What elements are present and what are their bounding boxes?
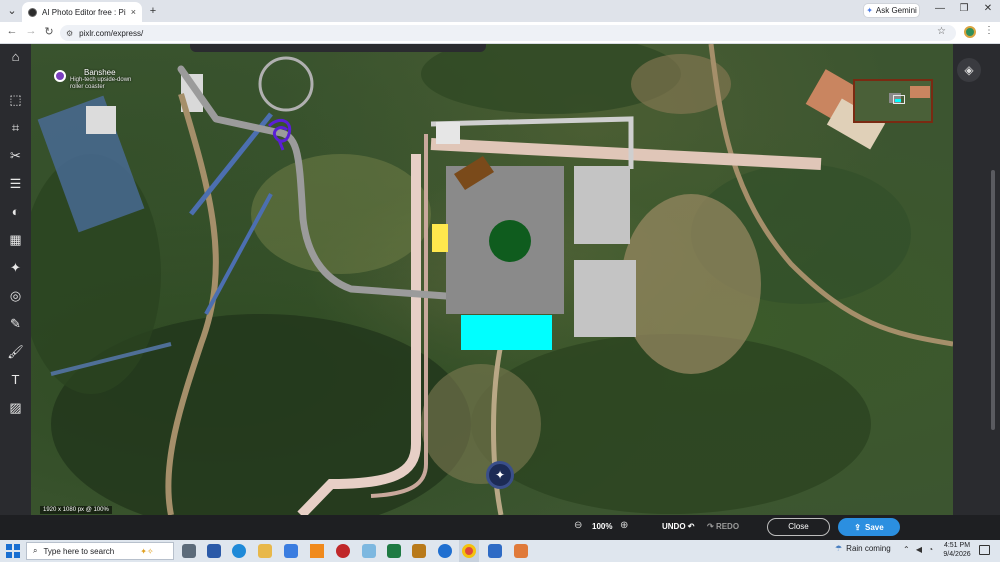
gemini-spark-icon: ✦ <box>866 6 873 15</box>
redo-button[interactable]: ↷ REDO <box>707 522 739 531</box>
brush-tool-icon[interactable]: 🖌 <box>6 342 25 361</box>
zoom-out-icon[interactable]: ⊖ <box>574 520 582 531</box>
crop-tool-icon[interactable]: ⌗ <box>6 118 25 137</box>
rain-cloud-icon: ☂ <box>835 544 843 553</box>
tab-title: AI Photo Editor free : Pixlr Express <box>42 7 126 17</box>
reload-icon[interactable]: ↻ <box>42 25 56 38</box>
clock-time[interactable]: 4:51 PM <box>942 542 972 549</box>
media-player-icon[interactable] <box>412 544 426 558</box>
store-icon[interactable] <box>284 544 298 558</box>
pixlr-favicon-icon <box>28 7 37 17</box>
retouch-tool-icon[interactable]: ◎ <box>6 286 25 305</box>
filter-tool-icon[interactable]: ◐ <box>6 202 25 221</box>
canvas-size-info: 1920 x 1080 px @ 100% <box>40 506 112 514</box>
chrome-icon[interactable] <box>462 544 476 558</box>
home-icon[interactable]: ⌂ <box>6 47 25 66</box>
search-icon: ⌕ <box>33 546 38 555</box>
forward-arrow-icon[interactable]: → <box>24 25 38 37</box>
map-label-banshee-desc: High-tech upside-down roller coaster <box>70 77 132 90</box>
tab-close-icon[interactable]: × <box>131 7 136 17</box>
draw-tool-icon[interactable]: ✎ <box>6 314 25 333</box>
browser-tab[interactable]: AI Photo Editor free : Pixlr Express × <box>22 2 142 22</box>
app-icon-blue[interactable] <box>362 544 376 558</box>
bookmark-star-icon[interactable]: ☆ <box>937 26 946 37</box>
ask-gemini-button[interactable]: ✦ Ask Gemini <box>863 3 920 18</box>
windows-start-icon[interactable] <box>6 544 20 558</box>
vertical-scrollbar[interactable] <box>991 170 995 430</box>
taskbar-search-box[interactable]: ⌕ Type here to search ✦✧ <box>26 542 174 560</box>
word-icon[interactable] <box>207 544 221 558</box>
task-view-icon[interactable] <box>182 544 196 558</box>
navigator-minimap[interactable] <box>853 79 933 123</box>
url-text: pixlr.com/express/ <box>79 28 144 38</box>
site-info-icon[interactable]: ⚙ <box>66 29 73 38</box>
clock-date[interactable]: 9/4/2026 <box>940 551 974 558</box>
text-tool-icon[interactable]: T <box>6 370 25 389</box>
zoom-in-icon[interactable]: ⊕ <box>620 520 628 531</box>
search-placeholder: Type here to search <box>43 546 115 556</box>
ai-tools-icon[interactable]: ✦ <box>6 258 25 277</box>
undo-arrow-icon: ↶ <box>687 522 695 531</box>
effects-tool-icon[interactable]: ▦ <box>6 230 25 249</box>
save-button[interactable]: ⇪ Save <box>838 518 900 536</box>
cutout-tool-icon[interactable]: ✂ <box>6 146 25 165</box>
undo-button[interactable]: UNDO ↶ <box>662 522 695 531</box>
window-close-button[interactable]: ✕ <box>978 3 998 14</box>
search-highlight-icon: ✦✧ <box>140 546 154 556</box>
save-share-icon: ⇪ <box>854 522 861 532</box>
weather-widget[interactable]: ☂ Rain coming <box>835 544 891 553</box>
ask-gemini-label: Ask Gemini <box>875 6 917 15</box>
map-label-banshee: Banshee <box>84 68 116 77</box>
map-pin-icon <box>54 70 66 82</box>
layers-icon[interactable]: ◈ <box>957 58 981 82</box>
sparkle-icon: ✦ <box>494 468 506 482</box>
new-tab-icon[interactable]: + <box>145 3 161 19</box>
redo-arrow-icon: ↷ <box>707 522 714 531</box>
undo-label: UNDO <box>662 522 686 531</box>
redo-label: REDO <box>715 522 740 531</box>
back-arrow-icon[interactable]: ← <box>5 25 19 37</box>
outlook-icon[interactable] <box>488 544 502 558</box>
arrange-tool-icon[interactable]: ⬚ <box>6 90 25 109</box>
window-minimize-button[interactable]: — <box>930 3 950 14</box>
editor-canvas[interactable] <box>31 44 953 515</box>
notification-icon[interactable] <box>979 545 990 555</box>
edge-icon[interactable] <box>232 544 246 558</box>
ai-assist-button[interactable]: ✦ <box>486 461 514 489</box>
zoom-level[interactable]: 100% <box>592 522 612 531</box>
minimap-viewport[interactable] <box>893 95 905 104</box>
vlc-icon[interactable] <box>310 544 324 558</box>
browser-menu-icon[interactable]: ⋮ <box>984 25 994 36</box>
internet-explorer-icon[interactable] <box>438 544 452 558</box>
profile-avatar[interactable] <box>964 26 976 38</box>
canvas-top-toolbar[interactable] <box>190 44 486 52</box>
save-label: Save <box>865 522 884 532</box>
pattern-tool-icon[interactable]: ▨ <box>6 398 25 417</box>
app-icon-orange[interactable] <box>514 544 528 558</box>
file-explorer-icon[interactable] <box>258 544 272 558</box>
aerial-map-image <box>31 44 953 515</box>
weather-text: Rain coming <box>846 544 891 553</box>
system-tray-icons[interactable]: ⌃ ◀ ◔ <box>903 545 935 554</box>
window-restore-button[interactable]: ❐ <box>954 3 974 14</box>
address-bar[interactable]: ⚙ pixlr.com/express/ <box>60 25 956 41</box>
app-icon-red[interactable] <box>336 544 350 558</box>
excel-icon[interactable] <box>387 544 401 558</box>
close-button[interactable]: Close <box>767 518 830 536</box>
adjust-tool-icon[interactable]: ☰ <box>6 174 25 193</box>
tab-search-chevron-icon[interactable]: ⌄ <box>4 3 20 19</box>
